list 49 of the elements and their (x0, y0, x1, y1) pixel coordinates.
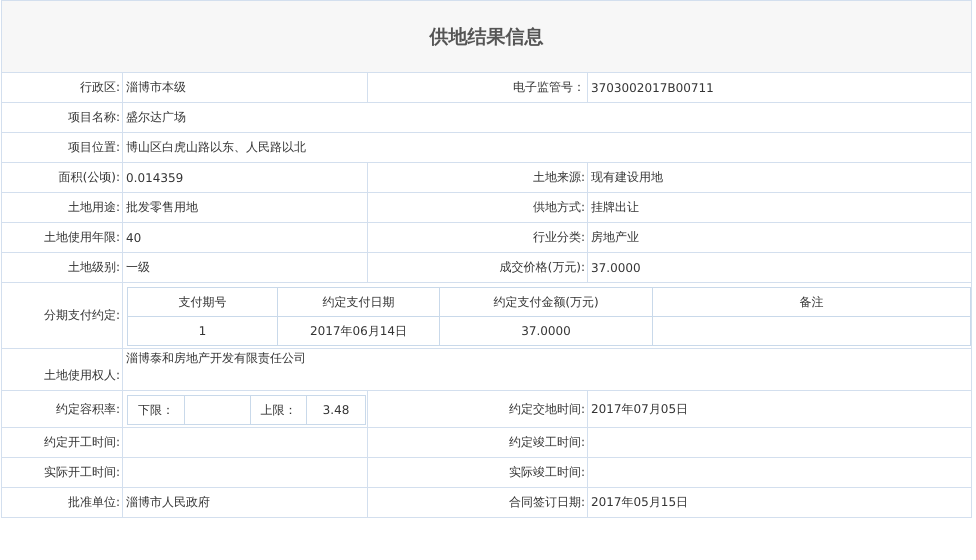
field-value: 淄博泰和房地产开发有限责任公司 (122, 348, 972, 390)
field-label: 土地使用权人: (2, 348, 122, 390)
field-value: 37.0000 (588, 252, 972, 282)
field-value: 淄博市人民政府 (122, 488, 368, 518)
field-label: 面积(公顷): (2, 162, 122, 192)
table-cell: 2017年06月14日 (278, 316, 440, 346)
field-value: 2017年05月15日 (588, 488, 972, 518)
field-label: 土地级别: (2, 252, 122, 282)
field-label: 电子监管号： (368, 72, 588, 102)
field-value: 盛尔达广场 (122, 102, 972, 132)
field-label: 项目位置: (2, 132, 122, 162)
field-value: 房地产业 (588, 222, 972, 252)
field-label: 行业分类: (368, 222, 588, 252)
field-value: 3.48 (306, 396, 366, 424)
field-value: 2017年07月05日 (588, 390, 972, 428)
field-value: 淄博市本级 (122, 72, 368, 102)
table-cell: 1 (128, 316, 278, 346)
field-label: 下限： (128, 396, 184, 424)
field-value: 0.014359 (122, 162, 368, 192)
field-label: 土地用途: (2, 192, 122, 222)
field-label: 合同签订日期: (368, 488, 588, 518)
field-label: 约定交地时间: (368, 390, 588, 428)
field-label: 成交价格(万元): (368, 252, 588, 282)
field-value: 3703002017B00711 (588, 72, 972, 102)
field-label: 实际开工时间: (2, 458, 122, 488)
field-label: 约定开工时间: (2, 428, 122, 458)
column-header: 备注 (652, 288, 970, 316)
page-title: 供地结果信息 (2, 0, 972, 72)
field-label: 供地方式: (368, 192, 588, 222)
field-label: 约定容积率: (2, 390, 122, 428)
field-label: 行政区: (2, 72, 122, 102)
table-cell: 37.0000 (440, 316, 652, 346)
field-label: 分期支付约定: (2, 282, 122, 348)
field-value: 一级 (122, 252, 368, 282)
column-header: 约定支付金额(万元) (440, 288, 652, 316)
field-label: 上限： (250, 396, 306, 424)
field-value: 挂牌出让 (588, 192, 972, 222)
field-label: 土地使用年限: (2, 222, 122, 252)
field-label: 土地来源: (368, 162, 588, 192)
field-value: 现有建设用地 (588, 162, 972, 192)
field-label: 约定竣工时间: (368, 428, 588, 458)
field-value: 博山区白虎山路以东、人民路以北 (122, 132, 972, 162)
column-header: 支付期号 (128, 288, 278, 316)
column-header: 约定支付日期 (278, 288, 440, 316)
field-label: 项目名称: (2, 102, 122, 132)
field-value: 批发零售用地 (122, 192, 368, 222)
field-label: 批准单位: (2, 488, 122, 518)
field-value: 40 (122, 222, 368, 252)
field-label: 实际竣工时间: (368, 458, 588, 488)
